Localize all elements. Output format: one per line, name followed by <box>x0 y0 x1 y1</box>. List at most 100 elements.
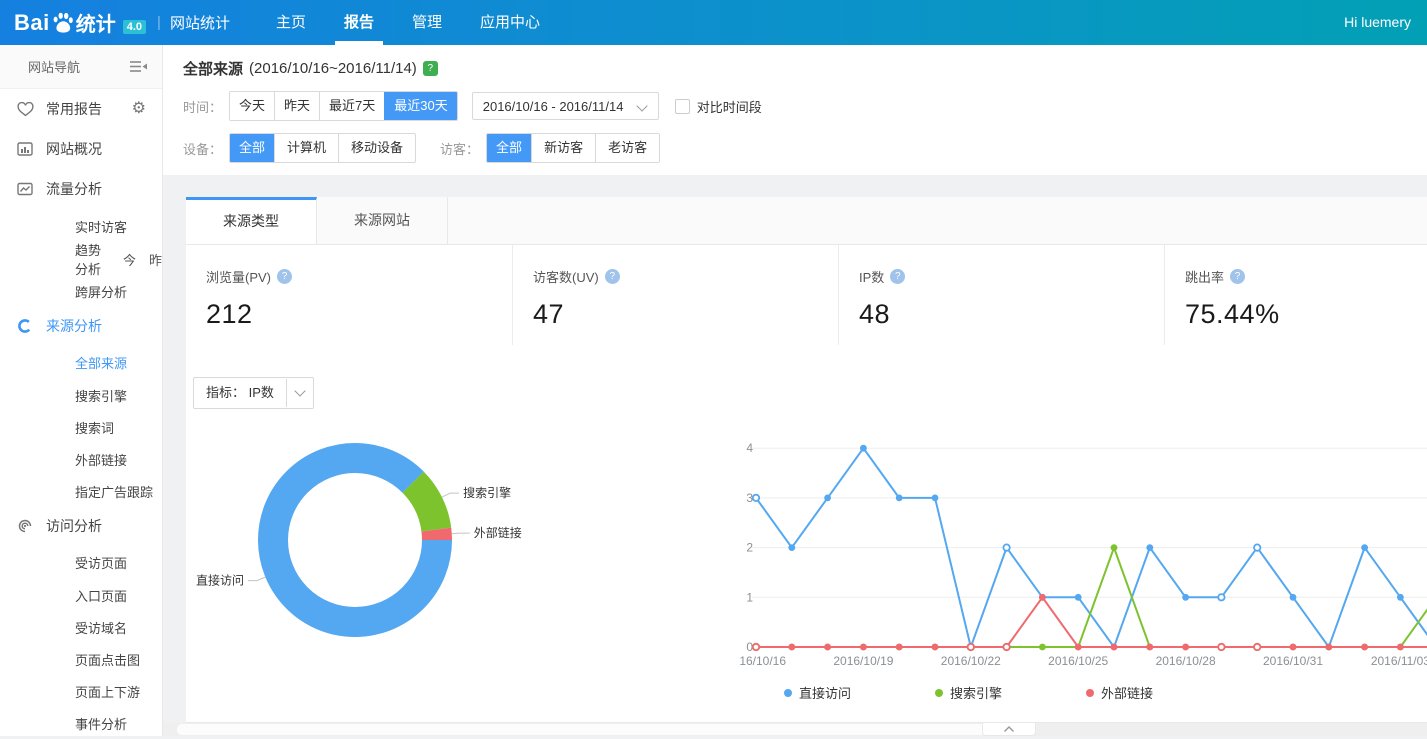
sidebar-header-label: 网站导航 <box>28 57 80 76</box>
data-point-外部链接-2016/10/17[interactable] <box>788 644 795 651</box>
data-point-外部链接-2016/11/01[interactable] <box>1325 644 1332 651</box>
sidebar-item-cross-screen[interactable]: 跨屏分析 <box>0 275 162 307</box>
sidebar-item-page-flow[interactable]: 页面上下游 <box>0 675 162 707</box>
data-point-外部链接-2016/10/18[interactable] <box>824 644 831 651</box>
data-point-直接访问-2016/10/31[interactable] <box>1290 594 1297 601</box>
data-point-直接访问-2016/10/18[interactable] <box>824 495 831 502</box>
sidebar-item-visit-analysis[interactable]: 访问分析 <box>0 507 162 545</box>
page-title-row: 全部来源 (2016/10/16~2016/11/14) ? <box>183 58 438 79</box>
data-point-直接访问-2016/10/23[interactable] <box>1003 544 1009 550</box>
tab-source-website[interactable]: 来源网站 <box>317 197 448 244</box>
pie-slice-直接访问[interactable] <box>273 458 437 622</box>
sidebar-item-trend-analysis[interactable]: 趋势分析 今 昨 <box>0 243 162 275</box>
sidebar-item-external-links[interactable]: 外部链接 <box>0 443 162 475</box>
data-point-外部链接-2016/10/26[interactable] <box>1111 644 1118 651</box>
data-point-外部链接-2016/10/23[interactable] <box>1003 644 1009 650</box>
nav-item-manage[interactable]: 管理 <box>412 0 442 45</box>
data-point-直接访问-2016/10/16[interactable] <box>753 495 759 501</box>
data-point-直接访问-2016/10/29[interactable] <box>1218 594 1224 600</box>
scrollbar-thumb[interactable] <box>177 724 1022 735</box>
sidebar-collapse-icon[interactable] <box>130 60 147 76</box>
sidebar-item-event-analysis[interactable]: 事件分析 <box>0 707 162 739</box>
legend-item-搜索引擎[interactable]: 搜索引擎 <box>935 683 1002 702</box>
compare-period-checkbox[interactable] <box>675 99 690 114</box>
trend-today-link[interactable]: 今 <box>123 250 136 269</box>
trend-yesterday-link[interactable]: 昨 <box>149 250 162 269</box>
source-trend-line-chart[interactable]: 012342016/10/162016/10/192016/10/222016/… <box>740 428 1427 678</box>
visitor-new-button[interactable]: 新访客 <box>531 134 595 162</box>
x-tick-label: 2016/11/03 <box>1371 654 1427 668</box>
data-point-外部链接-2016/10/28[interactable] <box>1182 644 1189 651</box>
data-point-外部链接-2016/10/27[interactable] <box>1146 644 1153 651</box>
data-point-外部链接-2016/10/30[interactable] <box>1254 644 1260 650</box>
data-point-外部链接-2016/10/24[interactable] <box>1039 594 1046 601</box>
data-point-直接访问-2016/10/28[interactable] <box>1182 594 1189 601</box>
version-badge: 4.0 <box>123 20 146 34</box>
data-point-外部链接-2016/10/29[interactable] <box>1218 644 1224 650</box>
sidebar-item-traffic-analysis[interactable]: 流量分析 <box>0 169 162 209</box>
sidebar-item-page-click-map[interactable]: 页面点击图 <box>0 643 162 675</box>
legend-item-直接访问[interactable]: 直接访问 <box>784 683 851 702</box>
data-point-搜索引擎-2016/10/24[interactable] <box>1039 644 1046 651</box>
data-point-直接访问-2016/10/25[interactable] <box>1075 594 1082 601</box>
gear-icon[interactable]: ⚙ <box>132 101 146 117</box>
metric-uv-help-icon[interactable]: ? <box>605 269 620 284</box>
user-greeting[interactable]: Hi luemery <box>1344 0 1411 45</box>
metric-pv-help-icon[interactable]: ? <box>277 269 292 284</box>
horizontal-scrollbar[interactable] <box>163 723 1427 736</box>
time-yesterday-button[interactable]: 昨天 <box>274 92 319 120</box>
data-point-外部链接-2016/10/25[interactable] <box>1075 644 1082 651</box>
data-point-直接访问-2016/10/30[interactable] <box>1254 544 1260 550</box>
data-point-直接访问-2016/10/20[interactable] <box>896 495 903 502</box>
metric-bounce-help-icon[interactable]: ? <box>1230 269 1245 284</box>
data-point-外部链接-2016/10/21[interactable] <box>932 644 939 651</box>
data-point-直接访问-2016/10/17[interactable] <box>788 544 795 551</box>
sidebar-item-source-analysis[interactable]: 来源分析 <box>0 307 162 345</box>
time-last7days-button[interactable]: 最近7天 <box>319 92 384 120</box>
metric-selector-dropdown[interactable]: 指标： IP数 <box>193 377 314 409</box>
data-point-直接访问-2016/10/21[interactable] <box>932 495 939 502</box>
device-mobile-button[interactable]: 移动设备 <box>338 134 415 162</box>
nav-item-home[interactable]: 主页 <box>276 0 306 45</box>
data-point-外部链接-2016/10/31[interactable] <box>1290 644 1297 651</box>
data-point-直接访问-2016/11/03[interactable] <box>1397 594 1404 601</box>
metric-ip-help-icon[interactable]: ? <box>890 269 905 284</box>
data-point-外部链接-2016/11/03[interactable] <box>1397 644 1404 651</box>
sidebar-item-visited-pages[interactable]: 受访页面 <box>0 545 162 579</box>
data-point-外部链接-2016/10/16[interactable] <box>753 644 759 650</box>
time-last30days-button[interactable]: 最近30天 <box>384 92 456 120</box>
legend-dot <box>1086 689 1094 697</box>
date-range-select[interactable]: 2016/10/16 - 2016/11/14 <box>472 92 659 120</box>
sidebar-item-all-sources[interactable]: 全部来源 <box>0 345 162 379</box>
sidebar-item-entry-pages[interactable]: 入口页面 <box>0 579 162 611</box>
device-all-button[interactable]: 全部 <box>230 134 274 162</box>
line-series-外部链接[interactable] <box>756 597 1427 647</box>
sidebar-item-ad-tracking[interactable]: 指定广告跟踪 <box>0 475 162 507</box>
tab-source-type[interactable]: 来源类型 <box>186 197 317 244</box>
data-point-直接访问-2016/11/02[interactable] <box>1361 544 1368 551</box>
sidebar-item-site-overview[interactable]: 网站概况 <box>0 129 162 169</box>
time-today-button[interactable]: 今天 <box>230 92 274 120</box>
source-type-donut-chart[interactable]: 直接访问搜索引擎外部链接 <box>186 420 742 670</box>
title-help-icon[interactable]: ? <box>423 61 438 76</box>
data-point-外部链接-2016/11/02[interactable] <box>1361 644 1368 651</box>
sidebar-item-realtime-visitors[interactable]: 实时访客 <box>0 209 162 243</box>
sidebar-item-search-terms[interactable]: 搜索词 <box>0 411 162 443</box>
sidebar-item-favorite-reports[interactable]: 常用报告 ⚙ <box>0 89 162 129</box>
device-computer-button[interactable]: 计算机 <box>274 134 338 162</box>
nav-item-report[interactable]: 报告 <box>344 0 374 45</box>
sidebar-item-search-engines[interactable]: 搜索引擎 <box>0 379 162 411</box>
nav-item-app-center[interactable]: 应用中心 <box>480 0 540 45</box>
sidebar-item-visited-domains[interactable]: 受访域名 <box>0 611 162 643</box>
visitor-all-button[interactable]: 全部 <box>487 134 531 162</box>
chart-collapse-button[interactable] <box>982 723 1036 736</box>
baidu-tongji-logo[interactable]: Bai 统计 4.0 | 网站统计 <box>14 0 230 45</box>
data-point-外部链接-2016/10/20[interactable] <box>896 644 903 651</box>
data-point-直接访问-2016/10/27[interactable] <box>1146 544 1153 551</box>
data-point-外部链接-2016/10/19[interactable] <box>860 644 867 651</box>
data-point-外部链接-2016/10/22[interactable] <box>968 644 974 650</box>
data-point-直接访问-2016/10/19[interactable] <box>860 445 867 452</box>
legend-item-外部链接[interactable]: 外部链接 <box>1086 683 1153 702</box>
data-point-搜索引擎-2016/10/26[interactable] <box>1111 544 1118 551</box>
visitor-returning-button[interactable]: 老访客 <box>595 134 659 162</box>
